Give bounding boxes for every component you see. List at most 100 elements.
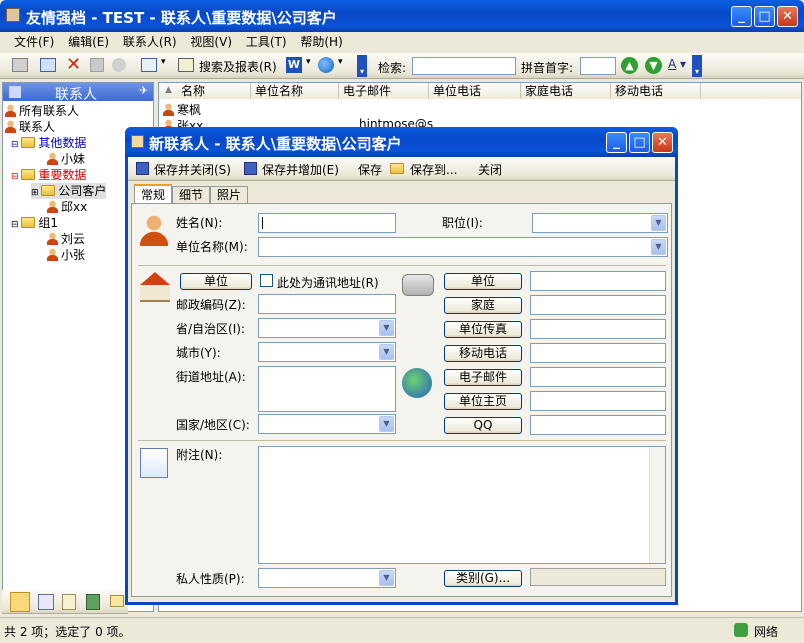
company-select[interactable]: ▼ (258, 237, 668, 257)
tree-item-all[interactable]: 所有联系人 (5, 103, 79, 119)
email-input[interactable] (530, 367, 666, 387)
collapse-icon[interactable]: ⊟ (11, 140, 21, 150)
save-icon[interactable] (90, 58, 104, 72)
column-home-phone[interactable]: 家庭电话 (521, 83, 611, 99)
chevron-down-icon[interactable]: ▼ (379, 320, 394, 336)
notes-textarea[interactable] (258, 446, 666, 564)
pinyin-input[interactable] (580, 57, 616, 75)
view-icon[interactable] (141, 58, 157, 72)
home-phone-button[interactable]: 家庭 (444, 297, 522, 314)
arrow-down-icon[interactable]: ▼ (645, 57, 662, 74)
column-company[interactable]: 单位名称 (251, 83, 339, 99)
arrow-up-icon[interactable]: ▲ (621, 57, 638, 74)
sidebar-header[interactable]: 联系人 ✈ (3, 83, 153, 103)
homepage-input[interactable] (530, 391, 666, 411)
font-icon[interactable]: A ▾ (668, 57, 686, 71)
job-title-select[interactable]: ▼ (532, 213, 668, 233)
save-close-button[interactable]: 保存并关闭(S) (154, 161, 231, 178)
menu-contacts[interactable]: 联系人(R) (123, 35, 177, 49)
chevron-down-icon[interactable]: ▼ (651, 215, 666, 231)
tree-item-xiaozhang[interactable]: 小张 (47, 247, 85, 263)
nav-tasks-icon[interactable] (86, 594, 100, 610)
search-input[interactable] (412, 57, 516, 75)
email-button[interactable]: 电子邮件 (444, 369, 522, 386)
minimize-button[interactable]: _ (731, 6, 752, 27)
zip-input[interactable] (258, 294, 396, 314)
column-name[interactable]: 名称 (159, 83, 251, 99)
nav-notes-icon[interactable] (62, 594, 76, 610)
list-row[interactable]: 张xx hintmose@s (163, 117, 463, 127)
work-phone-input[interactable] (530, 271, 666, 291)
mobile-phone-button[interactable]: 移动电话 (444, 345, 522, 362)
collapse-icon[interactable]: ⊟ (11, 172, 21, 182)
country-select[interactable]: ▼ (258, 414, 396, 434)
expand-icon[interactable]: ⊞ (31, 188, 41, 198)
category-button[interactable]: 类别(G)... (444, 570, 522, 587)
tree-item-company[interactable]: ⊞ 公司客户 (31, 183, 107, 199)
menu-edit[interactable]: 编辑(E) (68, 35, 109, 49)
nav-calendar-icon[interactable] (38, 594, 54, 610)
dialog-minimize-button[interactable]: _ (606, 132, 627, 153)
toolbar-overflow-icon[interactable]: ▾ (357, 55, 367, 77)
chevron-down-icon[interactable]: ▼ (651, 239, 666, 255)
dropdown-arrow-icon[interactable]: ▾ (338, 57, 343, 67)
collapse-icon[interactable]: ⊟ (11, 220, 21, 230)
dialog-maximize-button[interactable]: □ (629, 132, 650, 153)
save-to-button[interactable]: 保存到... (410, 161, 457, 178)
menu-file[interactable]: 文件(F) (14, 35, 54, 49)
tree-item-other[interactable]: ⊟ 其他数据 (11, 135, 86, 151)
main-title-bar[interactable]: 友情强档 - TEST - 联系人\重要数据\公司客户 _ □ ✕ (0, 0, 804, 32)
street-input[interactable] (258, 366, 396, 412)
mobile-phone-input[interactable] (530, 343, 666, 363)
home-phone-input[interactable] (530, 295, 666, 315)
save-button[interactable]: 保存 (358, 161, 382, 178)
print-icon[interactable] (12, 58, 28, 72)
mailing-address-checkbox[interactable] (260, 274, 273, 287)
dialog-close-button[interactable]: ✕ (652, 132, 673, 153)
notes-scrollbar[interactable] (649, 447, 665, 563)
search-report-button[interactable]: 搜索及报表(R) (199, 58, 277, 75)
address-type-button[interactable]: 单位 (180, 273, 252, 290)
city-select[interactable]: ▼ (258, 342, 396, 362)
maximize-button[interactable]: □ (754, 6, 775, 27)
chevron-down-icon[interactable]: ▼ (379, 344, 394, 360)
list-row[interactable]: 寒枫 (163, 101, 201, 117)
name-input[interactable] (258, 213, 396, 233)
tree-item-xiaomei[interactable]: 小妹 (47, 151, 85, 167)
dropdown-arrow-icon[interactable]: ▾ (306, 57, 311, 67)
toolbar-overflow-icon[interactable]: ▾ (692, 55, 702, 77)
chevron-down-icon[interactable]: ▼ (379, 570, 394, 586)
tab-details[interactable]: 细节 (172, 186, 210, 204)
close-button[interactable]: ✕ (777, 6, 798, 27)
globe-icon[interactable] (318, 57, 334, 73)
tree-item-group1[interactable]: ⊟ 组1 (11, 215, 58, 231)
qq-button[interactable]: QQ (444, 417, 522, 434)
dialog-title-bar[interactable]: 新联系人 - 联系人\重要数据\公司客户 _ □ ✕ (125, 127, 678, 157)
delete-icon[interactable]: ✕ (66, 54, 81, 75)
homepage-button[interactable]: 单位主页 (444, 393, 522, 410)
work-fax-button[interactable]: 单位传真 (444, 321, 522, 338)
menu-help[interactable]: 帮助(H) (300, 35, 342, 49)
work-phone-button[interactable]: 单位 (444, 273, 522, 290)
column-work-phone[interactable]: 单位电话 (429, 83, 521, 99)
privacy-select[interactable]: ▼ (258, 568, 396, 588)
column-email[interactable]: 电子邮件 (339, 83, 429, 99)
chevron-down-icon[interactable]: ▼ (379, 416, 394, 432)
tree-item-important[interactable]: ⊟ 重要数据 (11, 167, 86, 183)
work-fax-input[interactable] (530, 319, 666, 339)
close-dialog-button[interactable]: 关闭 (478, 161, 502, 178)
column-mobile[interactable]: 移动电话 (611, 83, 701, 99)
tab-photo[interactable]: 照片 (210, 186, 248, 204)
word-icon[interactable]: W (286, 57, 302, 73)
save-add-button[interactable]: 保存并增加(E) (262, 161, 339, 178)
tab-general[interactable]: 常规 (134, 184, 172, 204)
edit-icon[interactable] (40, 58, 56, 72)
nav-contacts-icon[interactable] (10, 592, 30, 612)
menu-view[interactable]: 视图(V) (190, 35, 232, 49)
tree-item-liuyun[interactable]: 刘云 (47, 231, 85, 247)
tree-item-contacts[interactable]: 联系人 (5, 119, 55, 135)
dropdown-arrow-icon[interactable]: ▾ (161, 57, 166, 67)
province-select[interactable]: ▼ (258, 318, 396, 338)
nav-mail-icon[interactable] (110, 595, 124, 607)
menu-tools[interactable]: 工具(T) (246, 35, 287, 49)
